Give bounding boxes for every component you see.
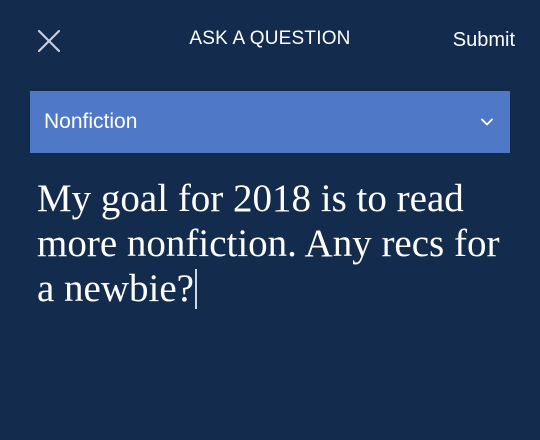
close-icon [37, 29, 61, 53]
genre-select-value: Nonfiction [44, 110, 138, 133]
question-text: My goal for 2018 is to read more nonfict… [37, 177, 500, 310]
genre-select[interactable]: Nonfiction [30, 91, 510, 153]
submit-button[interactable]: Submit [453, 29, 515, 52]
text-cursor [195, 269, 197, 309]
question-text-area[interactable]: My goal for 2018 is to read more nonfict… [37, 176, 513, 311]
chevron-down-icon [481, 118, 493, 126]
close-button[interactable] [30, 22, 68, 60]
top-bar: ASK A QUESTION Submit [0, 0, 540, 84]
